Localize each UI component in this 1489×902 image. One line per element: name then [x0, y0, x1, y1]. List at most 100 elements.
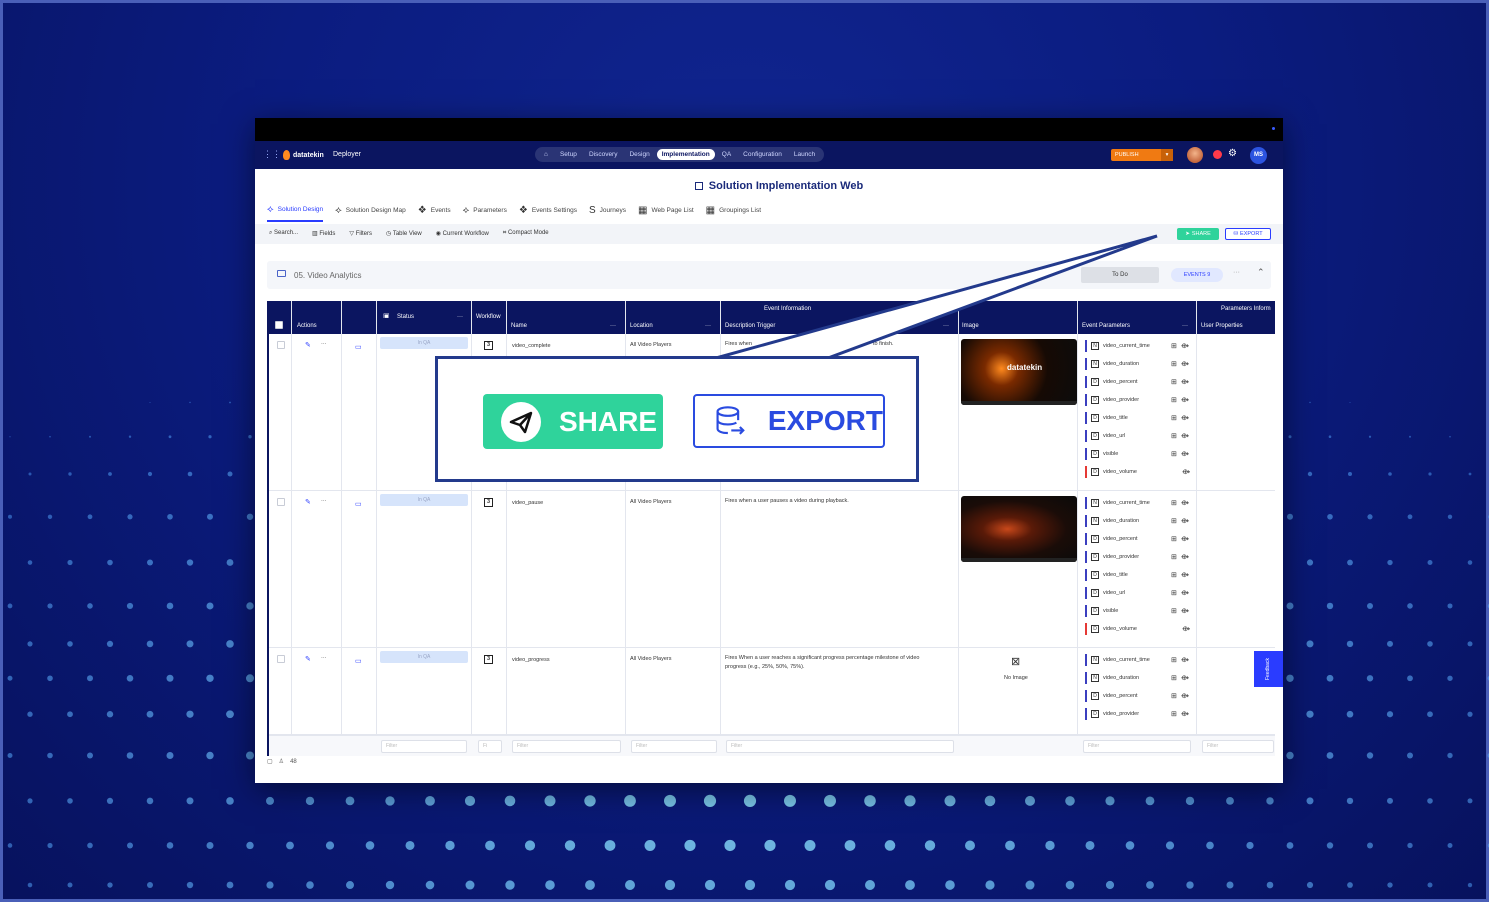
grid-icon[interactable]: ⊞: [1171, 396, 1177, 404]
user-avatar[interactable]: MS: [1250, 147, 1267, 164]
group-header[interactable]: 05. Video Analytics To Do EVENTS 9 ··· ⌃: [267, 261, 1271, 289]
tab-solution-design[interactable]: ⟡ Solution Design: [267, 204, 324, 222]
event-parameter[interactable]: Dvisible ⊞ ⟴: [1085, 605, 1189, 617]
link-icon[interactable]: ⟴: [1181, 589, 1189, 597]
tab-parameters[interactable]: ⟡ Parameters: [463, 204, 507, 222]
checkbox[interactable]: [277, 341, 285, 349]
gear-icon[interactable]: ⚙: [1228, 148, 1237, 159]
nav-qa[interactable]: QA: [717, 149, 736, 160]
event-image[interactable]: [961, 496, 1077, 562]
export-button[interactable]: ⛁ EXPORT: [1225, 228, 1271, 240]
checkbox[interactable]: [277, 498, 285, 506]
nav-implementation[interactable]: Implementation: [656, 149, 715, 160]
comment-icon[interactable]: ▭: [355, 657, 362, 665]
filters-button[interactable]: ▽ Filters: [349, 230, 372, 237]
row-checkbox[interactable]: [277, 655, 285, 663]
grid-icon[interactable]: ⊞: [1171, 571, 1177, 579]
notification-icon[interactable]: [1213, 150, 1222, 159]
status-button[interactable]: To Do: [1081, 267, 1159, 283]
event-parameter[interactable]: Dvideo_percent ⊞ ⟴: [1085, 690, 1189, 702]
event-parameter[interactable]: Nvideo_duration ⊞ ⟴: [1085, 515, 1189, 527]
home-icon[interactable]: ⌂: [539, 149, 553, 160]
row-checkbox[interactable]: [277, 498, 285, 506]
event-parameter[interactable]: Nvideo_duration ⊞ ⟴: [1085, 672, 1189, 684]
event-parameters-filter[interactable]: Filter: [1083, 740, 1191, 753]
link-icon[interactable]: ⟴: [1181, 499, 1189, 507]
grid-icon[interactable]: ⊞: [1171, 692, 1177, 700]
grid-icon[interactable]: ⊞: [1171, 656, 1177, 664]
comment-icon[interactable]: ▭: [355, 343, 362, 351]
more-icon[interactable]: ···: [321, 498, 327, 504]
event-parameter[interactable]: Dvideo_url ⊞ ⟴: [1085, 587, 1189, 599]
event-parameter[interactable]: Nvideo_current_time ⊞ ⟴: [1085, 497, 1189, 509]
name-header[interactable]: Name: [511, 323, 527, 329]
event-description[interactable]: Fires when a user pauses a video during …: [725, 498, 849, 504]
link-icon[interactable]: ⟴: [1181, 342, 1189, 350]
grid-icon[interactable]: ⊞: [1171, 414, 1177, 422]
search-input[interactable]: ⌕ Search...: [269, 230, 298, 237]
link-icon[interactable]: ⟴: [1182, 625, 1190, 633]
row-checkbox[interactable]: [277, 341, 285, 349]
link-icon[interactable]: ⟴: [1181, 450, 1189, 458]
event-parameters-header[interactable]: Event Parameters: [1082, 323, 1130, 329]
link-icon[interactable]: ⟴: [1181, 360, 1189, 368]
tab-events[interactable]: ❖ Events: [418, 204, 451, 222]
current-workflow-button[interactable]: ◉ Current Workflow: [436, 230, 489, 237]
nav-discovery[interactable]: Discovery: [584, 149, 623, 160]
name-filter[interactable]: Filter: [512, 740, 621, 753]
location-filter[interactable]: Filter: [631, 740, 717, 753]
link-icon[interactable]: ⟴: [1181, 553, 1189, 561]
event-parameter[interactable]: Dvideo_provider ⊞ ⟴: [1085, 551, 1189, 563]
description-more-icon[interactable]: ···: [943, 323, 949, 329]
event-location[interactable]: All Video Players: [630, 342, 671, 348]
link-icon[interactable]: ⟴: [1181, 414, 1189, 422]
event-parameter[interactable]: Nvideo_duration ⊞ ⟴: [1085, 358, 1189, 370]
event-parameter[interactable]: Dvideo_percent ⊞ ⟴: [1085, 376, 1189, 388]
workflow-badge[interactable]: 3: [484, 498, 493, 507]
grid-icon[interactable]: ⊞: [1171, 710, 1177, 718]
tab-journeys[interactable]: S Journeys: [589, 204, 626, 222]
workflow-badge[interactable]: 3: [484, 655, 493, 664]
more-icon[interactable]: ···: [321, 655, 327, 661]
image-header[interactable]: Image: [962, 323, 979, 329]
more-icon[interactable]: ···: [321, 341, 327, 347]
link-icon[interactable]: ⟴: [1181, 674, 1189, 682]
nav-launch[interactable]: Launch: [789, 149, 820, 160]
more-icon[interactable]: ···: [1233, 269, 1240, 276]
location-header[interactable]: Location: [630, 323, 653, 329]
checkbox[interactable]: [275, 321, 283, 329]
link-icon[interactable]: ⟴: [1181, 656, 1189, 664]
edit-icon[interactable]: ✎: [305, 655, 311, 663]
user-properties-filter[interactable]: Filter: [1202, 740, 1274, 753]
chevron-up-icon[interactable]: ⌃: [1257, 267, 1265, 278]
avatar[interactable]: [1187, 147, 1203, 163]
user-properties-header[interactable]: User Properties: [1201, 323, 1243, 329]
chevron-down-icon[interactable]: ▾: [1161, 149, 1173, 161]
tab-events-settings[interactable]: ❖ Events Settings: [519, 204, 577, 222]
link-icon[interactable]: ⟴: [1181, 710, 1189, 718]
nav-design[interactable]: Design: [624, 149, 654, 160]
event-parameter[interactable]: Dvideo_url ⊞ ⟴: [1085, 430, 1189, 442]
share-button-zoom[interactable]: SHARE: [483, 394, 663, 449]
checkbox[interactable]: [277, 655, 285, 663]
feedback-tab[interactable]: Feedback: [1254, 651, 1283, 687]
link-icon[interactable]: ⟴: [1181, 396, 1189, 404]
event-parameter[interactable]: Dvideo_provider ⊞ ⟴: [1085, 394, 1189, 406]
link-icon[interactable]: ⟴: [1181, 432, 1189, 440]
event-location[interactable]: All Video Players: [630, 656, 671, 662]
grid-icon[interactable]: ⊞: [1171, 674, 1177, 682]
tab-web-page-list[interactable]: ▦ Web Page List: [638, 204, 694, 222]
comment-icon[interactable]: ▭: [355, 500, 362, 508]
export-button-zoom[interactable]: EXPORT: [693, 394, 885, 448]
user-icon[interactable]: ♙: [279, 758, 284, 765]
event-parameter[interactable]: Dvideo_title ⊞ ⟴: [1085, 569, 1189, 581]
event-parameter[interactable]: Dvideo_volume ⟴: [1085, 623, 1190, 635]
event-name[interactable]: video_pause: [512, 500, 543, 506]
events-count-badge[interactable]: EVENTS 9: [1171, 268, 1223, 282]
grid-icon[interactable]: ⊞: [1171, 432, 1177, 440]
event-parameter[interactable]: Dvideo_provider ⊞ ⟴: [1085, 708, 1189, 720]
grid-icon[interactable]: ⊞: [1171, 360, 1177, 368]
status-badge[interactable]: In QA: [380, 651, 468, 663]
event-parameter[interactable]: Dvideo_volume ⟴: [1085, 466, 1190, 478]
event-parameter[interactable]: Nvideo_current_time ⊞ ⟴: [1085, 340, 1189, 352]
